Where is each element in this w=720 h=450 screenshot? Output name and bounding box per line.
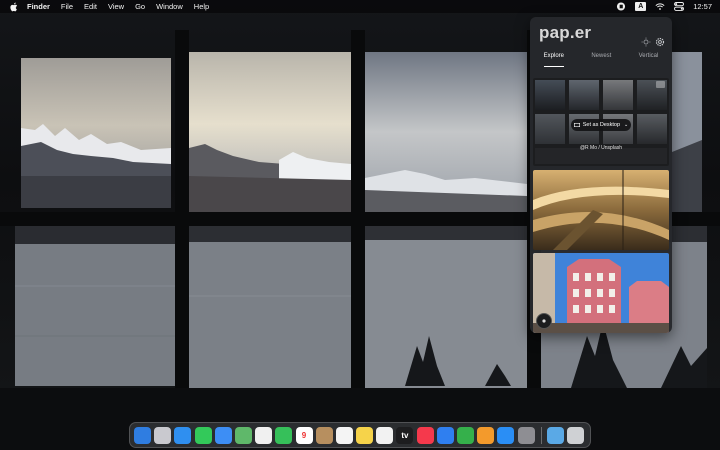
menu-file[interactable]: File [61,2,73,11]
window-frame [351,30,365,392]
dock-separator [540,426,542,444]
popover-header: pap.er Explore Newest Vertical [530,17,672,77]
dock-icon-label: 9 [301,430,307,440]
facetime-icon[interactable] [275,426,293,444]
contacts-icon[interactable] [315,426,333,444]
freeform-icon[interactable] [376,426,394,444]
menu-bar: Finder File Edit View Go Window Help A 1… [0,0,720,13]
dock-icon-label: tv [401,430,409,440]
maps-icon[interactable] [234,426,252,444]
notes-icon[interactable] [356,426,374,444]
set-as-desktop-label: Set as Desktop [582,122,621,128]
monitor-icon [573,122,580,127]
menu-help[interactable]: Help [194,2,209,11]
finder-icon[interactable] [134,426,151,444]
input-source-icon[interactable]: A [635,2,647,11]
settings-icon[interactable] [655,37,665,47]
launchpad-icon[interactable] [154,426,172,444]
wallpaper-window-pane [365,52,527,212]
dock: 9 tv [129,422,591,448]
photo-credit[interactable]: @R Mo / Unsplash [533,145,669,151]
menu-window[interactable]: Window [156,2,183,11]
brightness-icon[interactable] [641,37,651,47]
tab-newest[interactable]: Newest [591,53,611,67]
settings-icon[interactable] [517,426,535,444]
wallpaper-window-pane [365,226,527,388]
menu-app-name[interactable]: Finder [27,2,50,11]
set-as-desktop-button[interactable]: Set as Desktop ⌄ [571,119,631,131]
arrow-icon [542,319,546,323]
expand-icon[interactable] [656,81,665,88]
paper-popover: pap.er Explore Newest Vertical Set as De… [530,17,672,333]
safari-icon[interactable] [174,426,192,444]
control-center-icon[interactable] [674,2,685,11]
trash-icon[interactable] [566,426,584,444]
wallpaper-window-pane [189,52,351,212]
messages-icon[interactable] [194,426,212,444]
wifi-icon[interactable] [655,2,665,11]
tab-explore[interactable]: Explore [543,53,564,67]
pages-icon[interactable] [477,426,495,444]
menu-go[interactable]: Go [135,2,145,11]
keynote-icon[interactable] [436,426,454,444]
wallpaper-window-pane [189,226,351,388]
music-icon[interactable] [416,426,434,444]
wallpaper-window-pane [15,226,175,386]
downloads-folder-icon[interactable] [546,426,564,444]
tab-vertical[interactable]: Vertical [639,53,659,67]
menu-view[interactable]: View [108,2,124,11]
scroll-indicator[interactable] [536,313,552,329]
app-store-icon[interactable] [497,426,515,444]
appletv-icon[interactable]: tv [396,426,414,444]
paper-app-icon[interactable] [616,2,626,11]
window-frame [175,30,189,392]
paper-tabs: Explore Newest Vertical [530,53,672,67]
numbers-icon[interactable] [457,426,474,444]
paper-logo: pap.er [539,23,592,42]
chevron-down-icon[interactable]: ⌄ [624,122,628,128]
reminders-icon[interactable] [335,426,353,444]
menu-clock[interactable]: 12:57 [693,2,712,11]
calendar-icon[interactable]: 9 [295,426,313,444]
wallpaper-tile[interactable]: Set as Desktop ⌄ @R Mo / Unsplash [533,78,669,166]
wallpaper-window-pane [21,58,171,208]
wallpaper-tile[interactable] [533,170,669,250]
wallpaper-window-pane [672,52,702,212]
wallpaper-tile[interactable] [533,253,669,333]
mail-icon[interactable] [214,426,232,444]
photos-icon[interactable] [255,426,273,444]
apple-icon[interactable] [9,2,19,12]
menu-edit[interactable]: Edit [84,2,97,11]
building-photo [533,253,669,333]
highway-photo [533,170,669,250]
